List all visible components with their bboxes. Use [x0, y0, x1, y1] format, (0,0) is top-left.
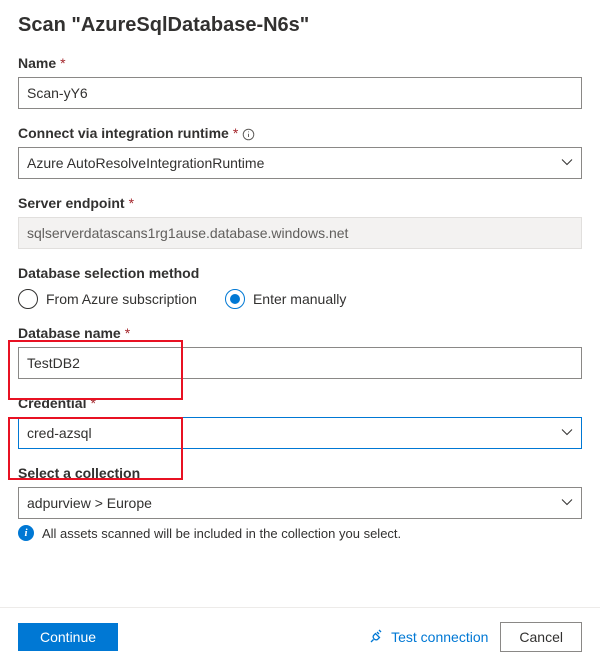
dbname-input[interactable] [18, 347, 582, 379]
dbname-label: Database name* [18, 325, 582, 341]
name-label: Name* [18, 55, 582, 71]
chevron-down-icon [561, 155, 573, 171]
info-badge-icon: i [18, 525, 34, 541]
collection-info: i All assets scanned will be included in… [18, 525, 582, 541]
dbselection-radio-group: From Azure subscription Enter manually [18, 289, 582, 309]
collection-select[interactable]: adpurview > Europe [18, 487, 582, 519]
radio-icon-unchecked [18, 289, 38, 309]
name-input[interactable] [18, 77, 582, 109]
radio-icon-checked [225, 289, 245, 309]
chevron-down-icon [561, 425, 573, 441]
radio-from-subscription[interactable]: From Azure subscription [18, 289, 197, 309]
runtime-label: Connect via integration runtime* [18, 125, 582, 141]
collection-label: Select a collection [18, 465, 582, 481]
endpoint-label: Server endpoint* [18, 195, 582, 211]
continue-button[interactable]: Continue [18, 623, 118, 651]
dbselection-label: Database selection method [18, 265, 582, 281]
radio-enter-manually[interactable]: Enter manually [225, 289, 346, 309]
footer-bar: Continue Test connection Cancel [0, 607, 600, 670]
credential-label: Credential* [18, 395, 582, 411]
info-icon[interactable] [242, 125, 255, 141]
plug-icon [369, 628, 385, 647]
runtime-select[interactable]: Azure AutoResolveIntegrationRuntime [18, 147, 582, 179]
endpoint-readonly: sqlserverdatascans1rg1ause.database.wind… [18, 217, 582, 249]
cancel-button[interactable]: Cancel [500, 622, 582, 652]
credential-select[interactable]: cred-azsql [18, 417, 582, 449]
page-title: Scan "AzureSqlDatabase-N6s" [18, 14, 582, 37]
chevron-down-icon [561, 495, 573, 511]
test-connection-link[interactable]: Test connection [369, 628, 488, 647]
